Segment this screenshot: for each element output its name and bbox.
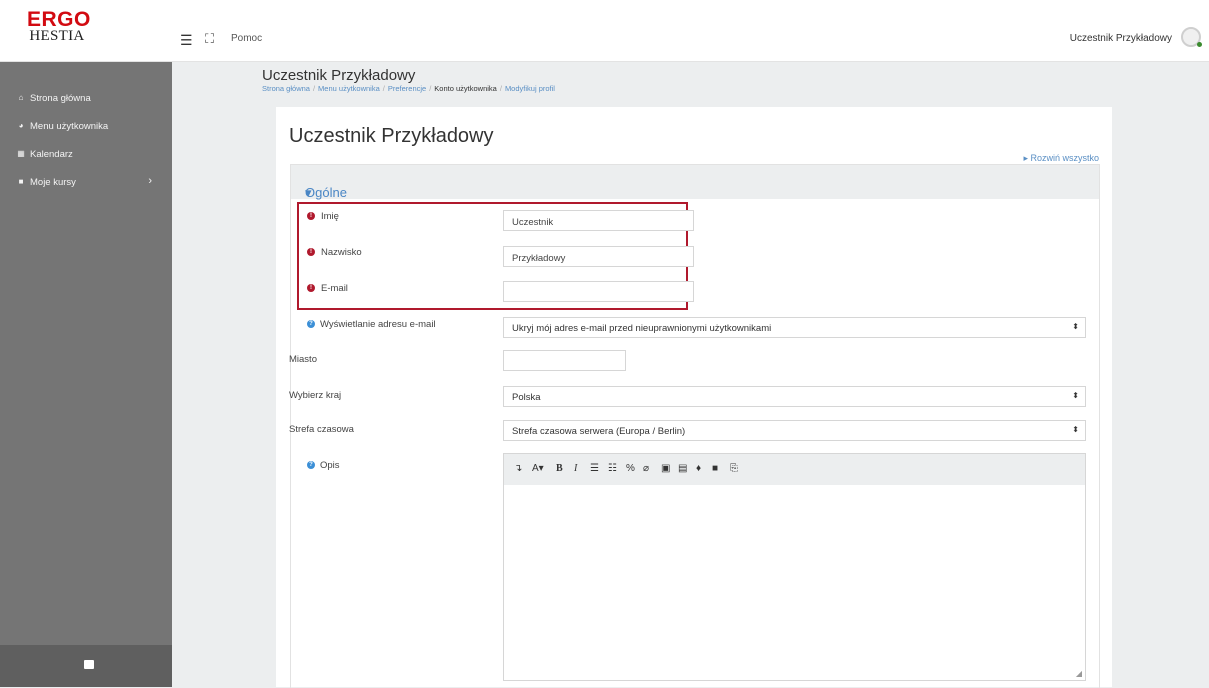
- email-label-text: E-mail: [321, 283, 348, 294]
- numbered-list-icon[interactable]: ☷: [608, 463, 617, 475]
- courses-icon: ■: [18, 177, 24, 186]
- sidebar-item-label: Strona główna: [30, 93, 91, 104]
- required-icon: !: [307, 284, 315, 293]
- user-menu-name[interactable]: Uczestnik Przykładowy: [1070, 33, 1172, 44]
- city-label: Miasto: [289, 354, 317, 365]
- sidebar: ⌂ Strona główna ◕ Menu użytkownika ▦ Kal…: [0, 62, 172, 687]
- expand-all-label: Rozwiń wszystko: [1030, 153, 1099, 163]
- description-label: ? Opis: [307, 460, 340, 471]
- font-style-icon[interactable]: A▾: [532, 463, 544, 475]
- city-label-text: Miasto: [289, 354, 317, 365]
- sidebar-item-label: Kalendarz: [30, 149, 73, 160]
- editor-toolbar: ↴ A▾ B I ☰ ☷ % ⌀ ▣ ▤ ♦ ■ ⎘: [504, 454, 1085, 485]
- timezone-value: Strefa czasowa serwera (Europa / Berlin): [512, 426, 686, 437]
- country-label-text: Wybierz kraj: [289, 390, 342, 401]
- sidebar-item-label: Moje kursy: [30, 177, 76, 188]
- chevron-right-icon: ›: [148, 175, 152, 187]
- media-icon[interactable]: ▤: [678, 463, 687, 475]
- country-select[interactable]: Polska ⬍: [503, 386, 1086, 407]
- section-header[interactable]: ▾ Ogólne: [291, 165, 1099, 200]
- breadcrumb: Strona główna / Menu użytkownika / Preferenc…: [262, 84, 555, 93]
- description-label-text: Opis: [320, 460, 340, 471]
- bold-icon[interactable]: B: [556, 463, 563, 475]
- timezone-label: Strefa czasowa: [289, 424, 354, 435]
- timezone-select[interactable]: Strefa czasowa serwera (Europa / Berlin)…: [503, 420, 1086, 441]
- sidebar-item-dashboard[interactable]: ◕ Menu użytkownika: [0, 117, 172, 139]
- maildisplay-select[interactable]: Ukryj mój adres e-mail przed nieuprawnio…: [503, 317, 1086, 338]
- city-input[interactable]: [503, 350, 626, 371]
- sidebar-footer[interactable]: [0, 645, 172, 687]
- maildisplay-value: Ukryj mój adres e-mail przed nieuprawnio…: [512, 323, 772, 334]
- unlink-icon[interactable]: ⌀: [643, 463, 649, 475]
- italic-icon[interactable]: I: [574, 463, 577, 475]
- help-icon[interactable]: ?: [307, 461, 315, 470]
- breadcrumb-item[interactable]: Menu użytkownika: [318, 84, 380, 93]
- form-title: Uczestnik Przykładowy: [289, 125, 494, 147]
- ergo-hestia-logo[interactable]: ERGO HESTIA: [27, 8, 91, 44]
- resize-handle-icon[interactable]: ◢: [1076, 669, 1082, 678]
- timezone-label-text: Strefa czasowa: [289, 424, 354, 435]
- microphone-icon[interactable]: ♦: [696, 463, 701, 475]
- video-icon[interactable]: ■: [712, 463, 718, 475]
- select-arrows-icon: ⬍: [1072, 322, 1079, 331]
- lastname-label: ! Nazwisko: [307, 247, 362, 258]
- firstname-label: ! Imię: [307, 211, 339, 222]
- breadcrumb-item[interactable]: Preferencje: [388, 84, 426, 93]
- breadcrumb-item[interactable]: Strona główna: [262, 84, 310, 93]
- avatar[interactable]: [1181, 27, 1202, 47]
- block-icon: [84, 660, 94, 669]
- description-textarea[interactable]: [505, 486, 1084, 680]
- image-icon[interactable]: ▣: [661, 463, 670, 475]
- logo-line-1: ERGO: [27, 8, 91, 31]
- top-navbar: ERGO HESTIA ☰ ⛶ Pomoc Uczestnik Przykład…: [0, 0, 1209, 62]
- page-title: Uczestnik Przykładowy: [262, 67, 416, 84]
- sidebar-item-my-courses[interactable]: ■ Moje kursy ›: [0, 173, 172, 195]
- required-icon: !: [307, 212, 315, 221]
- firstname-label-text: Imię: [321, 211, 339, 222]
- maildisplay-label: ? Wyświetlanie adresu e-mail: [307, 319, 436, 330]
- fullscreen-icon[interactable]: ⛶: [205, 31, 214, 47]
- firstname-input[interactable]: Uczestnik: [503, 210, 694, 231]
- country-value: Polska: [512, 392, 541, 403]
- manage-files-icon[interactable]: ⎘: [730, 463, 738, 475]
- help-icon[interactable]: ?: [307, 320, 315, 329]
- lastname-input[interactable]: Przykładowy: [503, 246, 694, 267]
- country-label: Wybierz kraj: [289, 390, 341, 401]
- maildisplay-label-text: Wyświetlanie adresu e-mail: [320, 319, 436, 330]
- email-input[interactable]: [503, 281, 694, 302]
- hamburger-icon[interactable]: ☰: [180, 32, 193, 49]
- toolbar-toggle-icon[interactable]: ↴: [514, 463, 522, 475]
- breadcrumb-item[interactable]: Modyfikuj profil: [505, 84, 555, 93]
- email-label: ! E-mail: [307, 283, 348, 294]
- sidebar-item-label: Menu użytkownika: [30, 121, 109, 132]
- description-editor: ↴ A▾ B I ☰ ☷ % ⌀ ▣ ▤ ♦ ■ ⎘ ◢: [503, 453, 1086, 681]
- expand-all-link[interactable]: ▸ Rozwiń wszystko: [1023, 153, 1099, 164]
- required-icon: !: [307, 248, 315, 257]
- section-title: Ogólne: [305, 185, 347, 200]
- breadcrumb-item: Konto użytkownika: [434, 84, 497, 93]
- page-header: Uczestnik Przykładowy: [262, 67, 415, 84]
- select-arrows-icon: ⬍: [1072, 391, 1079, 400]
- home-icon: ⌂: [18, 93, 24, 102]
- dashboard-icon: ◕: [18, 121, 24, 130]
- link-icon[interactable]: %: [626, 463, 635, 475]
- sidebar-item-home[interactable]: ⌂ Strona główna: [0, 89, 172, 111]
- bullet-list-icon[interactable]: ☰: [590, 463, 599, 475]
- sidebar-item-calendar[interactable]: ▦ Kalendarz: [0, 145, 172, 167]
- calendar-icon: ▦: [17, 149, 25, 158]
- logo-line-2: HESTIA: [29, 28, 85, 44]
- help-link[interactable]: Pomoc: [231, 33, 262, 44]
- select-arrows-icon: ⬍: [1072, 425, 1079, 434]
- caret-right-icon: ▸: [1023, 153, 1028, 163]
- lastname-label-text: Nazwisko: [321, 247, 362, 258]
